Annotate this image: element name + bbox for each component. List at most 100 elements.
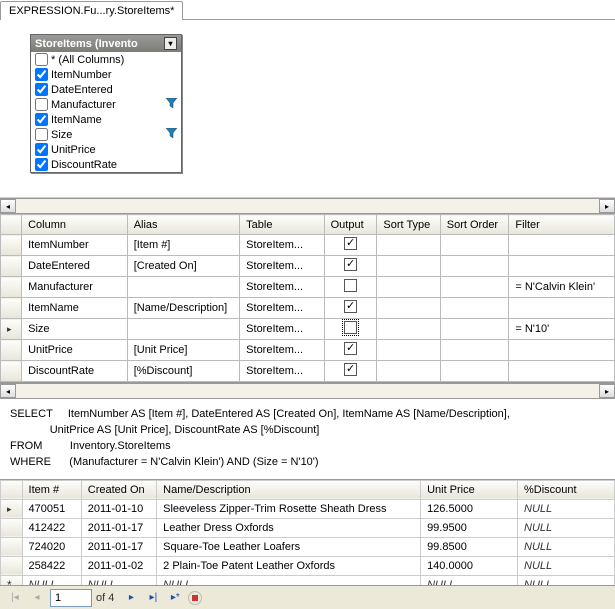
criteria-cell-alias[interactable]: [Item #] <box>127 235 239 256</box>
results-cell[interactable]: 412422 <box>22 518 81 537</box>
results-cell[interactable]: 2011-01-02 <box>81 556 156 575</box>
nav-next-button[interactable]: ▸ <box>122 589 140 607</box>
table-column-item[interactable]: ItemName <box>31 112 181 127</box>
criteria-cell-filter[interactable] <box>509 235 615 256</box>
criteria-cell-filter[interactable] <box>509 340 615 361</box>
output-checkbox[interactable] <box>344 237 357 250</box>
column-checkbox[interactable] <box>35 143 48 156</box>
results-cell[interactable]: 2011-01-17 <box>81 518 156 537</box>
criteria-cell-column[interactable]: DiscountRate <box>22 361 128 382</box>
results-row[interactable]: 4124222011-01-17Leather Dress Oxfords99.… <box>1 518 615 537</box>
criteria-column-header[interactable]: Column <box>22 215 128 235</box>
column-checkbox[interactable] <box>35 68 48 81</box>
table-menu-button[interactable]: ▾ <box>164 37 177 50</box>
results-column-header[interactable]: %Discount <box>518 480 615 499</box>
criteria-hscroll[interactable]: ◂ ▸ <box>0 383 615 399</box>
criteria-cell-column[interactable]: Size <box>22 319 128 340</box>
results-cell[interactable]: NULL <box>518 556 615 575</box>
results-cell[interactable]: 2 Plain-Toe Patent Leather Oxfords <box>157 556 421 575</box>
criteria-cell-column[interactable]: Manufacturer <box>22 277 128 298</box>
results-cell[interactable]: Leather Dress Oxfords <box>157 518 421 537</box>
criteria-row[interactable]: UnitPrice[Unit Price]StoreItem... <box>1 340 615 361</box>
row-header[interactable] <box>1 298 22 319</box>
criteria-output-cell[interactable] <box>324 235 377 256</box>
tab-query[interactable]: EXPRESSION.Fu...ry.StoreItems* <box>0 1 183 20</box>
results-column-header[interactable]: Unit Price <box>421 480 518 499</box>
sql-pane[interactable]: SELECT ItemNumber AS [Item #], DateEnter… <box>0 399 615 480</box>
criteria-cell-sortType[interactable] <box>377 235 440 256</box>
nav-position-input[interactable] <box>50 589 92 607</box>
criteria-cell-sortType[interactable] <box>377 361 440 382</box>
criteria-cell-table[interactable]: StoreItem... <box>240 256 324 277</box>
criteria-column-header[interactable]: Sort Type <box>377 215 440 235</box>
results-cell[interactable]: NULL <box>518 537 615 556</box>
results-column-header[interactable]: Created On <box>81 480 156 499</box>
criteria-row[interactable]: ItemNumber[Item #]StoreItem... <box>1 235 615 256</box>
results-row[interactable]: 7240202011-01-17Square-Toe Leather Loafe… <box>1 537 615 556</box>
criteria-row[interactable]: ItemName[Name/Description]StoreItem... <box>1 298 615 319</box>
criteria-output-cell[interactable] <box>324 298 377 319</box>
criteria-output-cell[interactable] <box>324 340 377 361</box>
results-cell[interactable]: 258422 <box>22 556 81 575</box>
results-cell[interactable]: NULL <box>518 499 615 518</box>
criteria-cell-filter[interactable] <box>509 256 615 277</box>
criteria-column-header[interactable]: Output <box>324 215 377 235</box>
row-header[interactable] <box>1 277 22 298</box>
criteria-cell-table[interactable]: StoreItem... <box>240 361 324 382</box>
table-column-item[interactable]: ItemNumber <box>31 67 181 82</box>
output-checkbox[interactable] <box>344 300 357 313</box>
criteria-cell-alias[interactable]: [%Discount] <box>127 361 239 382</box>
row-header[interactable] <box>1 537 23 556</box>
criteria-output-cell[interactable] <box>324 277 377 298</box>
results-column-header[interactable]: Name/Description <box>157 480 421 499</box>
criteria-cell-alias[interactable]: [Created On] <box>127 256 239 277</box>
results-table[interactable]: Item #Created OnName/DescriptionUnit Pri… <box>0 480 615 595</box>
criteria-column-header[interactable]: Alias <box>127 215 239 235</box>
row-header-corner[interactable] <box>1 215 22 235</box>
criteria-cell-table[interactable]: StoreItem... <box>240 277 324 298</box>
results-cell[interactable]: Square-Toe Leather Loafers <box>157 537 421 556</box>
criteria-cell-sortOrder[interactable] <box>440 235 509 256</box>
scroll-track[interactable] <box>16 384 599 398</box>
criteria-cell-column[interactable]: UnitPrice <box>22 340 128 361</box>
results-row[interactable]: 2584222011-01-022 Plain-Toe Patent Leath… <box>1 556 615 575</box>
column-checkbox[interactable] <box>35 158 48 171</box>
results-cell[interactable]: NULL <box>518 518 615 537</box>
row-header[interactable] <box>1 499 23 518</box>
table-column-item[interactable]: DateEntered <box>31 82 181 97</box>
criteria-row[interactable]: DiscountRate[%Discount]StoreItem... <box>1 361 615 382</box>
results-column-header[interactable]: Item # <box>22 480 81 499</box>
criteria-cell-sortOrder[interactable] <box>440 277 509 298</box>
table-box-header[interactable]: StoreItems (Invento ▾ <box>31 35 181 52</box>
criteria-cell-alias[interactable] <box>127 319 239 340</box>
output-checkbox[interactable] <box>344 258 357 271</box>
scroll-right-button[interactable]: ▸ <box>599 384 615 398</box>
results-cell[interactable]: 724020 <box>22 537 81 556</box>
criteria-cell-filter[interactable] <box>509 361 615 382</box>
table-column-item[interactable]: UnitPrice <box>31 142 181 157</box>
criteria-output-cell[interactable] <box>324 319 377 340</box>
criteria-cell-filter[interactable]: = N'Calvin Klein' <box>509 277 615 298</box>
output-checkbox[interactable] <box>344 342 357 355</box>
criteria-cell-sortType[interactable] <box>377 298 440 319</box>
criteria-cell-sortOrder[interactable] <box>440 340 509 361</box>
criteria-cell-sortType[interactable] <box>377 256 440 277</box>
criteria-cell-sortType[interactable] <box>377 340 440 361</box>
results-cell[interactable]: 2011-01-17 <box>81 537 156 556</box>
criteria-cell-column[interactable]: ItemNumber <box>22 235 128 256</box>
results-cell[interactable]: 2011-01-10 <box>81 499 156 518</box>
criteria-cell-filter[interactable]: = N'10' <box>509 319 615 340</box>
scroll-right-button[interactable]: ▸ <box>599 199 615 213</box>
criteria-cell-sortOrder[interactable] <box>440 298 509 319</box>
row-header[interactable] <box>1 256 22 277</box>
table-box-storeitems[interactable]: StoreItems (Invento ▾ * (All Columns)Ite… <box>30 34 182 173</box>
nav-first-button[interactable]: |◂ <box>6 589 24 607</box>
nav-stop-button[interactable] <box>188 591 202 605</box>
criteria-column-header[interactable]: Table <box>240 215 324 235</box>
scroll-left-button[interactable]: ◂ <box>0 199 16 213</box>
criteria-table[interactable]: ColumnAliasTableOutputSort TypeSort Orde… <box>0 214 615 382</box>
criteria-output-cell[interactable] <box>324 361 377 382</box>
table-column-item[interactable]: DiscountRate <box>31 157 181 172</box>
row-header[interactable] <box>1 518 23 537</box>
row-header-corner[interactable] <box>1 480 23 499</box>
